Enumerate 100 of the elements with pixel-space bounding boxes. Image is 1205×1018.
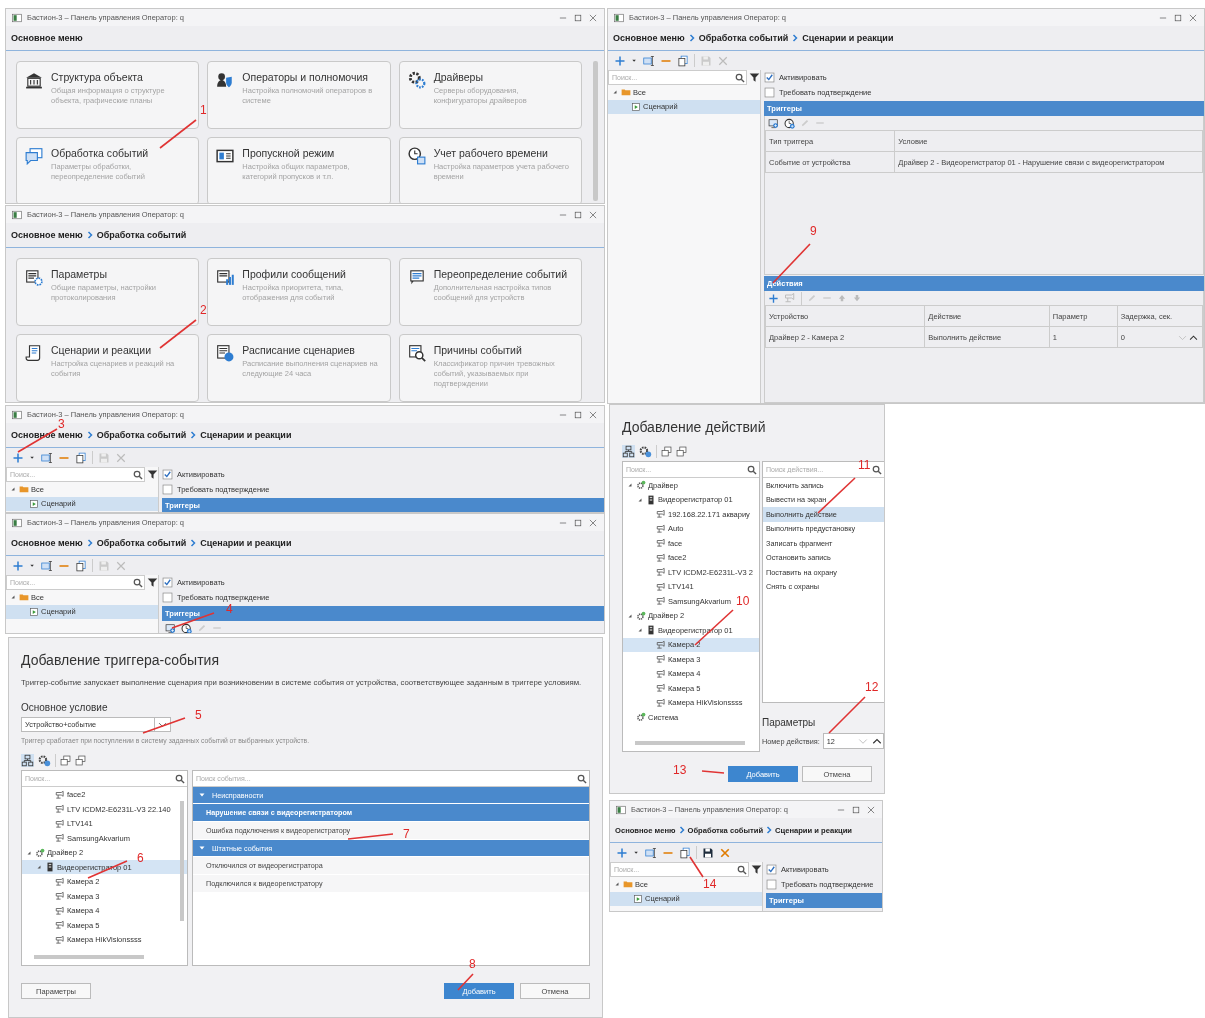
breadcrumb-item[interactable]: Обработка событий bbox=[96, 430, 187, 440]
camera-icon bbox=[656, 683, 666, 694]
checkbox[interactable] bbox=[162, 469, 173, 480]
maximize-icon[interactable] bbox=[573, 409, 583, 420]
caret-icon[interactable] bbox=[29, 454, 36, 461]
copy-icon[interactable] bbox=[677, 54, 689, 67]
checkbox[interactable] bbox=[162, 577, 173, 588]
expander-icon[interactable] bbox=[9, 485, 17, 494]
expander-icon[interactable] bbox=[626, 481, 634, 490]
stacked-windows-icon[interactable] bbox=[661, 445, 672, 457]
stacked-windows-icon[interactable] bbox=[60, 754, 71, 766]
close-icon[interactable] bbox=[588, 409, 598, 420]
breadcrumb-item[interactable]: Сценарии и реакции bbox=[802, 33, 894, 43]
dialog-title: Добавление действий bbox=[622, 419, 767, 435]
scrollbar[interactable] bbox=[593, 61, 598, 201]
plus-icon[interactable] bbox=[768, 292, 779, 304]
callout-number: 10 bbox=[736, 595, 750, 607]
breadcrumb-item[interactable]: Сценарии и реакции bbox=[200, 538, 292, 548]
callout-number: 14 bbox=[703, 878, 717, 890]
breadcrumb-item[interactable]: Основное меню bbox=[613, 33, 685, 43]
cancel-icon[interactable] bbox=[717, 54, 729, 67]
maximize-icon[interactable] bbox=[851, 804, 861, 815]
breadcrumb-item[interactable]: Сценарии и реакции bbox=[200, 430, 292, 440]
stacked-windows-icon[interactable] bbox=[676, 445, 687, 457]
search-icon[interactable] bbox=[872, 464, 882, 475]
cancel-icon[interactable] bbox=[115, 451, 127, 464]
maximize-icon[interactable] bbox=[573, 517, 583, 528]
expander-icon[interactable] bbox=[611, 88, 619, 97]
checkbox[interactable] bbox=[766, 879, 777, 890]
close-icon[interactable] bbox=[866, 804, 876, 815]
plus-icon[interactable] bbox=[616, 846, 628, 859]
chevron-icon bbox=[189, 539, 198, 547]
checkbox[interactable] bbox=[764, 72, 775, 83]
filter-icon[interactable] bbox=[751, 864, 762, 875]
checkbox[interactable] bbox=[764, 87, 775, 98]
checkbox[interactable] bbox=[162, 484, 173, 495]
breadcrumb-item[interactable]: Обработка событий bbox=[96, 538, 187, 548]
close-icon[interactable] bbox=[1188, 12, 1198, 23]
gear-icon[interactable] bbox=[639, 444, 652, 458]
copy-icon[interactable] bbox=[75, 559, 87, 572]
rename-icon[interactable] bbox=[41, 451, 53, 464]
caret-icon[interactable] bbox=[29, 562, 36, 569]
scrollbar[interactable] bbox=[635, 741, 745, 745]
maximize-icon[interactable] bbox=[1173, 12, 1183, 23]
search-icon[interactable] bbox=[133, 577, 143, 588]
plus-icon[interactable] bbox=[12, 451, 24, 464]
search-icon[interactable] bbox=[747, 464, 757, 475]
leader-line bbox=[159, 319, 197, 349]
breadcrumb-item[interactable]: Основное меню bbox=[11, 538, 83, 548]
cancel-icon[interactable] bbox=[719, 846, 731, 859]
scrollbar[interactable] bbox=[180, 801, 184, 922]
callout-number: 5 bbox=[195, 709, 202, 721]
filter-icon[interactable] bbox=[749, 72, 760, 83]
caret-icon[interactable] bbox=[633, 849, 640, 856]
cancel-icon[interactable] bbox=[115, 559, 127, 572]
hierarchy-icon[interactable] bbox=[21, 753, 34, 767]
search-icon[interactable] bbox=[735, 72, 745, 83]
search-icon[interactable] bbox=[133, 469, 143, 480]
breadcrumb-item[interactable]: Обработка событий bbox=[698, 33, 789, 43]
close-icon[interactable] bbox=[588, 12, 598, 23]
expander-icon[interactable] bbox=[613, 880, 621, 889]
clock-plus-icon[interactable] bbox=[181, 622, 192, 633]
stacked-windows-icon[interactable] bbox=[75, 754, 86, 766]
monitor-plus-icon[interactable] bbox=[165, 622, 176, 633]
filter-icon[interactable] bbox=[147, 469, 158, 480]
caret-icon[interactable] bbox=[631, 57, 638, 64]
app-icon bbox=[614, 12, 624, 23]
down-arrow-icon[interactable] bbox=[852, 293, 862, 303]
search-icon[interactable] bbox=[737, 864, 747, 875]
filter-icon[interactable] bbox=[147, 577, 158, 588]
gear-icon[interactable] bbox=[38, 753, 51, 767]
scrollbar[interactable] bbox=[34, 955, 144, 960]
rename-icon[interactable] bbox=[643, 54, 655, 67]
close-icon[interactable] bbox=[588, 517, 598, 528]
hierarchy-icon[interactable] bbox=[622, 444, 635, 458]
breadcrumb-item[interactable]: Основное меню bbox=[11, 230, 83, 240]
leader-line bbox=[159, 119, 197, 149]
expander-icon[interactable] bbox=[9, 593, 17, 602]
clock-plus-icon[interactable] bbox=[784, 117, 795, 129]
checkbox[interactable] bbox=[766, 864, 777, 875]
plus-icon[interactable] bbox=[12, 559, 24, 572]
close-icon[interactable] bbox=[588, 209, 598, 220]
maximize-icon[interactable] bbox=[573, 12, 583, 23]
section-label: Основное условие bbox=[21, 702, 109, 714]
maximize-icon[interactable] bbox=[573, 209, 583, 220]
copy-icon[interactable] bbox=[679, 846, 691, 859]
search-icon[interactable] bbox=[577, 773, 587, 784]
expander-icon[interactable] bbox=[636, 626, 644, 635]
checkbox[interactable] bbox=[162, 592, 173, 603]
save-icon[interactable] bbox=[702, 846, 714, 859]
copy-icon[interactable] bbox=[75, 451, 87, 464]
rename-icon[interactable] bbox=[645, 846, 657, 859]
rename-icon[interactable] bbox=[41, 559, 53, 572]
monitor-plus-icon[interactable] bbox=[768, 117, 779, 129]
search-icon[interactable] bbox=[175, 773, 185, 784]
up-arrow-icon[interactable] bbox=[837, 293, 847, 303]
plus-icon[interactable] bbox=[614, 54, 626, 67]
breadcrumb-item[interactable]: Обработка событий bbox=[96, 230, 187, 240]
breadcrumb-item[interactable]: Основное меню bbox=[11, 33, 83, 43]
expander-icon[interactable] bbox=[35, 863, 43, 872]
